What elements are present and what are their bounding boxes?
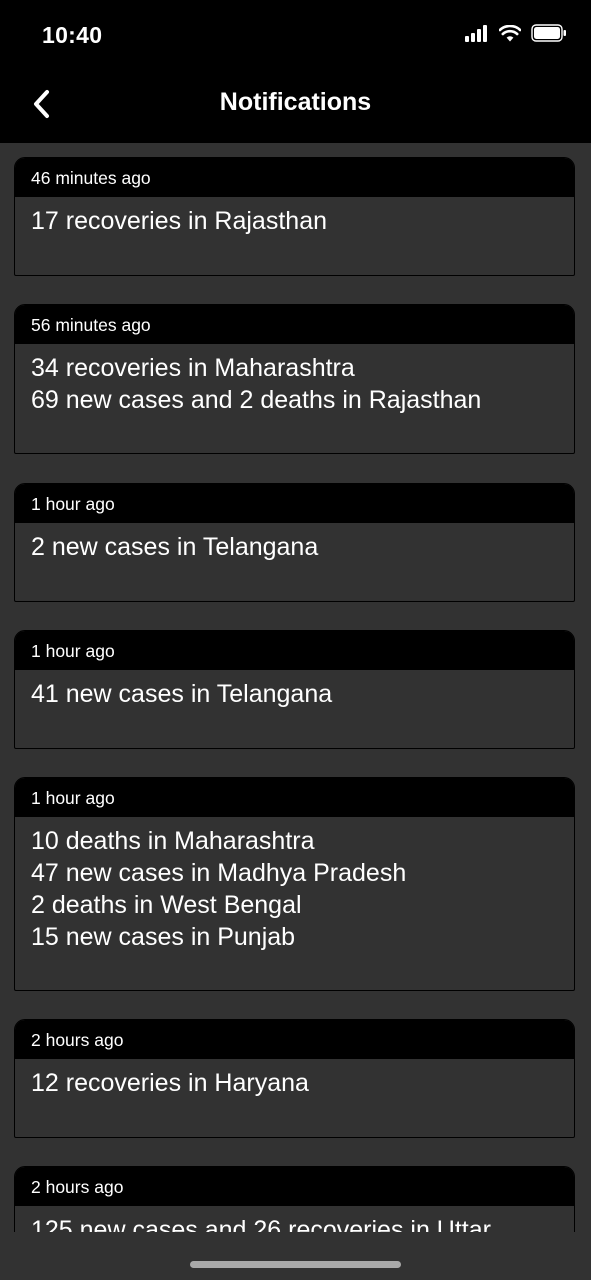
notification-body: 41 new cases in Telangana <box>15 670 574 710</box>
notification-body: 34 recoveries in Maharashtra 69 new case… <box>15 344 574 416</box>
notification-body: 2 new cases in Telangana <box>15 523 574 563</box>
notification-body: 17 recoveries in Rajasthan <box>15 197 574 237</box>
status-time: 10:40 <box>42 22 103 48</box>
notification-line: 12 recoveries in Haryana <box>31 1069 309 1097</box>
notification-card[interactable]: 1 hour ago 41 new cases in Telangana <box>14 630 575 749</box>
notification-time: 56 minutes ago <box>15 305 574 344</box>
page-title: Notifications <box>219 88 372 116</box>
notification-line: 41 new cases in Telangana <box>31 680 333 708</box>
notification-line: 2 new cases in Telangana <box>31 533 319 561</box>
notification-time: 1 hour ago <box>15 631 574 670</box>
notification-card[interactable]: 2 hours ago 12 recoveries in Haryana <box>14 1019 575 1138</box>
wifi-icon <box>499 24 521 41</box>
notification-time: 46 minutes ago <box>15 158 574 197</box>
notification-card[interactable]: 56 minutes ago 34 recoveries in Maharash… <box>14 304 575 454</box>
notification-line: 125 new cases and 26 recoveries in Uttar <box>31 1216 491 1232</box>
notification-time: 2 hours ago <box>15 1167 574 1206</box>
notification-card[interactable]: 46 minutes ago 17 recoveries in Rajastha… <box>14 157 575 276</box>
notification-body: 12 recoveries in Haryana <box>15 1059 574 1099</box>
notifications-list[interactable]: 46 minutes ago 17 recoveries in Rajastha… <box>0 143 591 1232</box>
notification-line: 47 new cases in Madhya Pradesh <box>31 859 407 887</box>
notification-time: 2 hours ago <box>15 1020 574 1059</box>
notification-card[interactable]: 1 hour ago 2 new cases in Telangana <box>14 483 575 602</box>
notification-line: 69 new cases and 2 deaths in Rajasthan <box>31 386 482 414</box>
notification-body: 10 deaths in Maharashtra 47 new cases in… <box>15 817 574 953</box>
battery-icon <box>531 24 566 42</box>
notification-body: 125 new cases and 26 recoveries in Uttar <box>15 1206 574 1232</box>
notification-line: 34 recoveries in Maharashtra <box>31 354 355 382</box>
cellular-signal-icon <box>465 24 487 42</box>
notification-line: 15 new cases in Punjab <box>31 923 296 951</box>
home-indicator[interactable] <box>190 1261 401 1268</box>
notification-time: 1 hour ago <box>15 778 574 817</box>
notification-line: 2 deaths in West Bengal <box>31 891 302 919</box>
notification-line: 17 recoveries in Rajasthan <box>31 207 327 235</box>
notification-line: 10 deaths in Maharashtra <box>31 827 315 855</box>
status-icons <box>465 24 567 42</box>
notification-card[interactable]: 2 hours ago 125 new cases and 26 recover… <box>14 1166 575 1232</box>
notification-time: 1 hour ago <box>15 484 574 523</box>
status-bar: 10:40 <box>0 0 591 70</box>
notification-card[interactable]: 1 hour ago 10 deaths in Maharashtra 47 n… <box>14 777 575 991</box>
navigation-bar: Notifications <box>0 70 591 143</box>
